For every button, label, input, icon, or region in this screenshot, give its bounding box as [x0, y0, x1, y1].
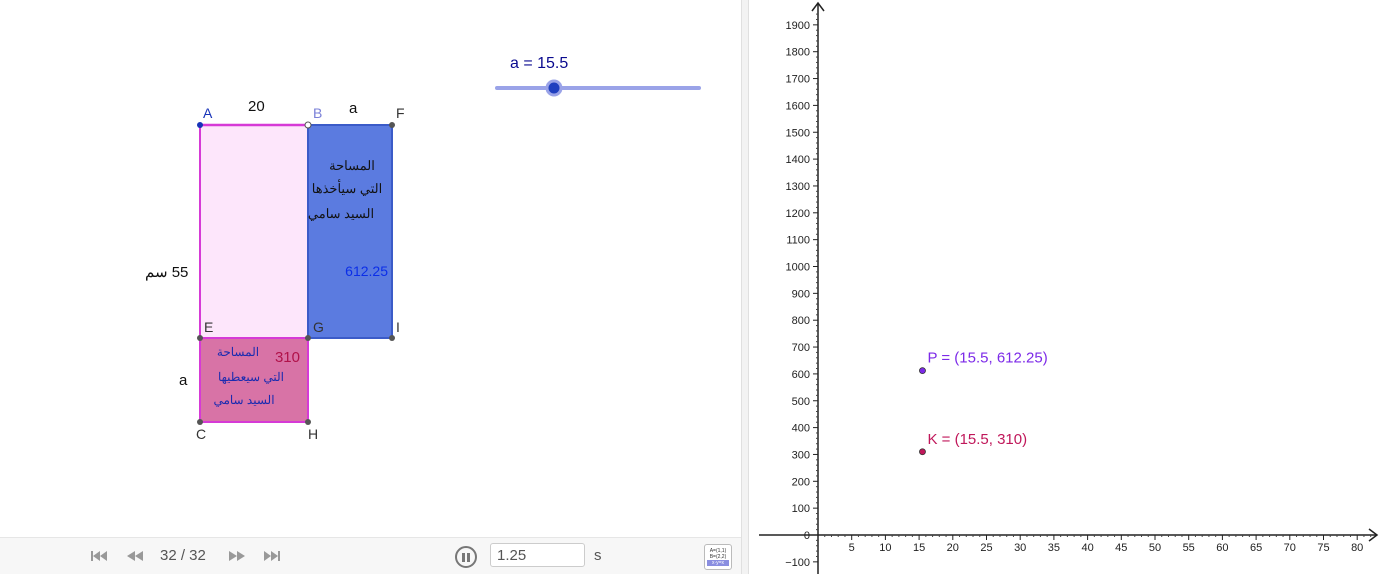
frame-counter: 32 / 32 — [160, 547, 206, 564]
left-height-label: 55 سم — [145, 264, 188, 281]
point-p-label: P = (15.5, 612.25) — [927, 350, 1047, 367]
y-tick-label: 1600 — [786, 100, 810, 112]
view-divider[interactable] — [741, 0, 749, 574]
y-tick-label: 0 — [804, 530, 810, 542]
slider-handle[interactable] — [545, 79, 563, 97]
bottom-left-label: a — [179, 372, 188, 389]
skip-to-start-button[interactable] — [90, 547, 108, 565]
point-a[interactable] — [197, 122, 203, 128]
x-tick-label: 35 — [1048, 542, 1060, 554]
x-tick-label: 50 — [1149, 542, 1161, 554]
pause-icon — [462, 552, 465, 562]
x-tick-label: 60 — [1216, 542, 1228, 554]
point-g[interactable] — [305, 335, 311, 341]
x-tick-label: 45 — [1115, 542, 1127, 554]
y-tick-label: 700 — [792, 342, 810, 354]
point-h-label: H — [308, 426, 318, 442]
graph-canvas[interactable]: 5 10 15 20 25 30 35 40 45 50 55 60 65 70 75 80 1900 1800 1… — [749, 0, 1382, 574]
point-b-label: B — [313, 105, 322, 121]
point-k[interactable] — [919, 448, 926, 456]
step-back-icon — [127, 551, 143, 561]
geometry-canvas[interactable]: a = 15.5 A B F E G I C H 20 a 55 سم a ال… — [0, 0, 741, 537]
y-tick-label: 100 — [792, 503, 810, 515]
x-tick-label: 20 — [947, 542, 959, 554]
step-forward-icon — [229, 551, 245, 561]
y-tick-label: 600 — [792, 369, 810, 381]
algebra-view-toggle[interactable]: A=(1,1) B=(2,2) x·y=x — [704, 544, 732, 570]
y-tick-label: 1900 — [786, 20, 810, 32]
step-forward-button[interactable] — [228, 547, 246, 565]
skip-start-icon — [91, 551, 107, 561]
x-tick-label: 75 — [1317, 542, 1329, 554]
x-tick-label: 80 — [1351, 542, 1363, 554]
point-g-label: G — [313, 319, 324, 335]
pink-text-line-3: السيد سامي — [213, 393, 274, 407]
skip-end-icon — [264, 551, 280, 561]
y-tick-label: 400 — [792, 423, 810, 435]
y-tick-label: 1200 — [786, 208, 810, 220]
graphics-view[interactable]: 5 10 15 20 25 30 35 40 45 50 55 60 65 70 75 80 1900 1800 1… — [749, 0, 1382, 574]
x-tick-label: 15 — [913, 542, 925, 554]
speed-unit: s — [594, 547, 602, 564]
y-tick-label: 1100 — [786, 235, 810, 247]
y-tick-label: 1700 — [786, 74, 810, 86]
slider-label: a = 15.5 — [510, 55, 568, 72]
animation-toolbar: 32 / 32 s A=(1,1) B=(2,2) x·y=x — [0, 537, 741, 574]
point-i-label: I — [396, 319, 400, 335]
point-a-label: A — [203, 105, 213, 121]
rect-bfig[interactable] — [307, 124, 393, 339]
pink-text-line-2: التي سيعطيها — [218, 370, 284, 384]
pink-area-value: 310 — [275, 349, 300, 366]
blue-area-value: 612.25 — [345, 263, 388, 279]
point-c[interactable] — [197, 419, 203, 425]
rect-abge[interactable] — [199, 124, 309, 339]
x-tick-label: 5 — [849, 542, 855, 554]
y-tick-label: 500 — [792, 396, 810, 408]
y-tick-label: 1400 — [786, 154, 810, 166]
point-f[interactable] — [389, 122, 395, 128]
y-tick-label: 900 — [792, 288, 810, 300]
x-tick-label: 25 — [980, 542, 992, 554]
blue-text-line-3: السيد سامي — [308, 206, 374, 221]
blue-text-line-1: المساحة — [329, 158, 375, 173]
y-tick-label: 1300 — [786, 181, 810, 193]
pink-text-line-1: المساحة — [217, 345, 259, 359]
x-tick-label: 70 — [1284, 542, 1296, 554]
point-e-label: E — [204, 319, 213, 335]
top-width-label: 20 — [248, 98, 265, 115]
y-tick-label: 1800 — [786, 47, 810, 59]
point-h[interactable] — [305, 419, 311, 425]
blue-text-line-2: التي سيأخذها — [312, 179, 382, 196]
skip-to-end-button[interactable] — [263, 547, 281, 565]
pause-button[interactable] — [455, 546, 477, 568]
top-right-label: a — [349, 100, 358, 117]
point-k-label: K = (15.5, 310) — [927, 431, 1027, 448]
point-e[interactable] — [197, 335, 203, 341]
point-b[interactable] — [304, 121, 312, 129]
point-p[interactable] — [919, 367, 926, 375]
y-tick-label: 200 — [792, 476, 810, 488]
algebra-icon-line: x·y=x — [707, 560, 729, 566]
point-c-label: C — [196, 426, 206, 442]
speed-input[interactable] — [490, 543, 585, 567]
x-tick-label: 55 — [1183, 542, 1195, 554]
point-f-label: F — [396, 105, 405, 121]
x-tick-label: 30 — [1014, 542, 1026, 554]
geometry-view[interactable]: a = 15.5 A B F E G I C H 20 a 55 سم a ال… — [0, 0, 741, 574]
y-tick-label: 300 — [792, 449, 810, 461]
x-tick-label: 65 — [1250, 542, 1262, 554]
x-tick-label: 40 — [1081, 542, 1093, 554]
y-tick-label: 1500 — [786, 127, 810, 139]
y-tick-label: −100 — [785, 557, 810, 569]
y-tick-label: 800 — [792, 315, 810, 327]
point-i[interactable] — [389, 335, 395, 341]
y-tick-label: 1000 — [786, 262, 810, 274]
x-tick-label: 10 — [879, 542, 891, 554]
step-back-button[interactable] — [126, 547, 144, 565]
